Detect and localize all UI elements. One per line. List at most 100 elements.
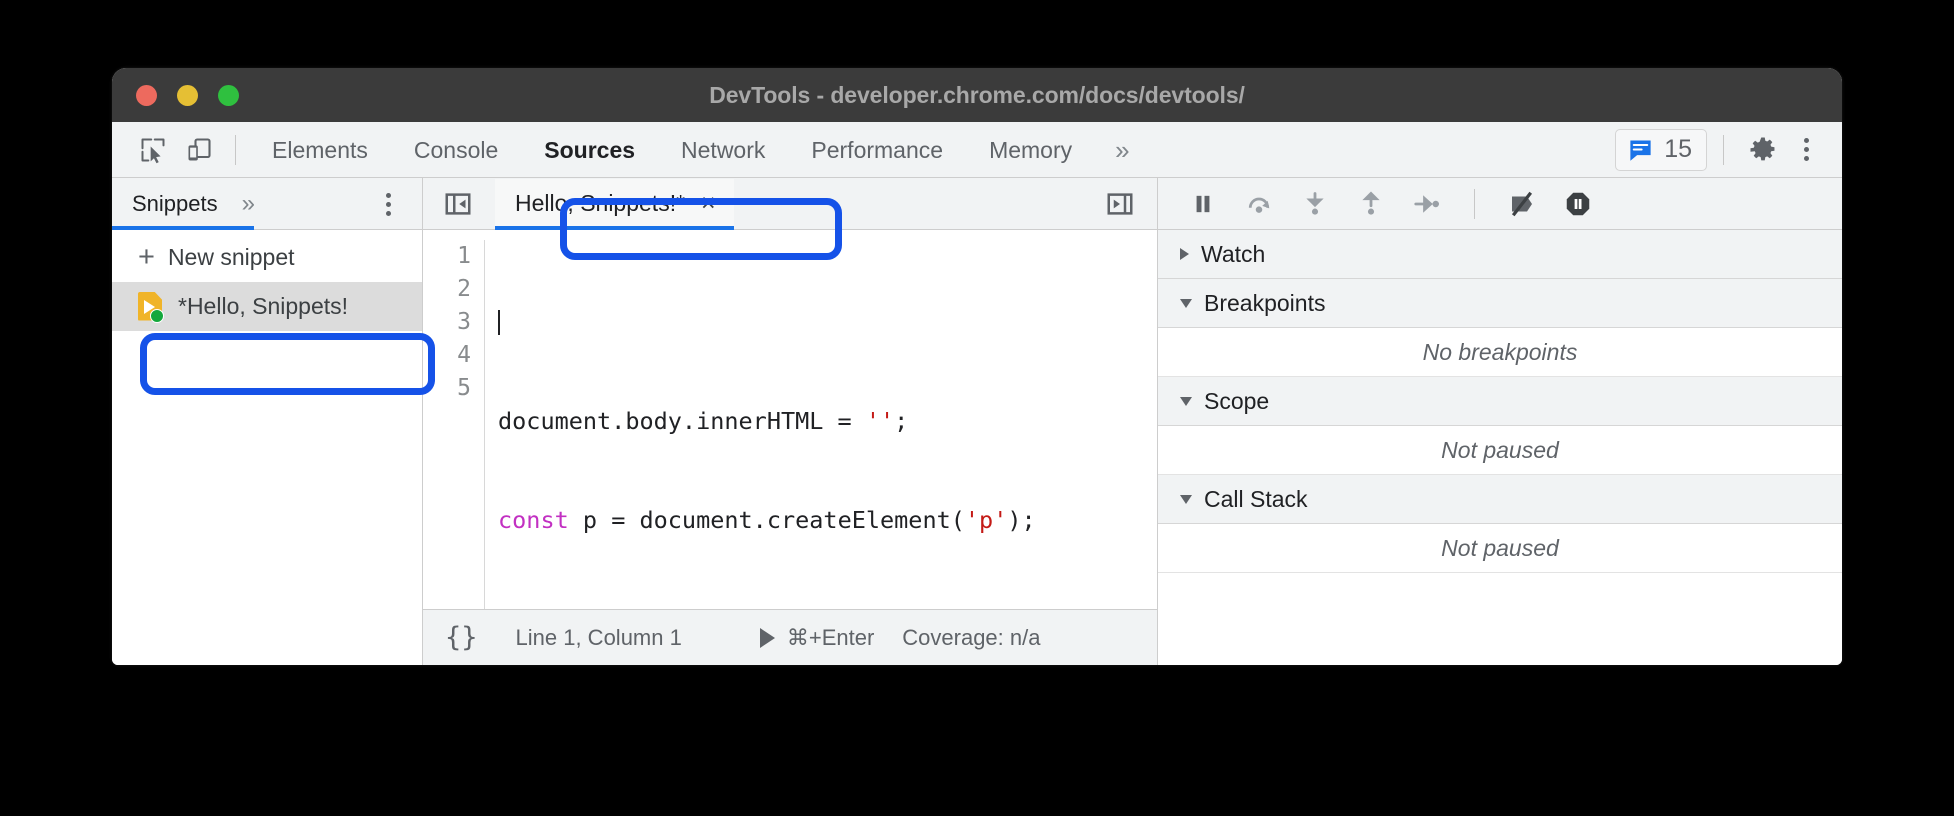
tab-memory[interactable]: Memory xyxy=(966,122,1095,178)
line-number: 3 xyxy=(457,309,471,335)
cursor-position: Line 1, Column 1 xyxy=(515,624,682,650)
editor-tabbar: Hello, Snippets!* × xyxy=(423,178,1157,230)
show-debugger-button[interactable] xyxy=(1097,183,1143,225)
pause-icon xyxy=(1196,195,1210,212)
devtools-window: DevTools - developer.chrome.com/docs/dev… xyxy=(112,68,1842,665)
section-title: Watch xyxy=(1201,240,1266,267)
step-icon xyxy=(1414,194,1439,213)
tab-performance[interactable]: Performance xyxy=(788,122,966,178)
kebab-dot xyxy=(1803,147,1809,152)
editor-pane: Hello, Snippets!* × 1 2 3 4 5 document.b… xyxy=(423,178,1158,665)
snippet-name: *Hello, Snippets! xyxy=(178,293,349,319)
console-message-icon xyxy=(1630,140,1651,161)
run-shortcut-label: ⌘+Enter xyxy=(786,624,875,650)
inspect-cursor-icon xyxy=(141,138,165,163)
screenshot-stage: DevTools - developer.chrome.com/docs/dev… xyxy=(0,0,1954,816)
run-snippet-button[interactable]: ⌘+Enter xyxy=(759,624,875,651)
kebab-dot xyxy=(1803,156,1809,161)
snippets-list: + New snippet *Hello, Snippets! xyxy=(112,230,422,665)
breakpoints-empty-message: No breakpoints xyxy=(1158,328,1842,377)
debugger-toolbar-divider xyxy=(1474,188,1475,219)
coverage-status: Coverage: n/a xyxy=(902,624,1041,650)
editor-tab-label: Hello, Snippets!* xyxy=(515,190,686,216)
chevron-down-icon xyxy=(1180,396,1192,406)
device-toolbar-icon xyxy=(188,137,211,160)
chevron-down-icon xyxy=(1180,298,1192,308)
section-header-breakpoints[interactable]: Breakpoints xyxy=(1158,279,1842,328)
line-number-gutter: 1 2 3 4 5 xyxy=(423,240,485,609)
section-title: Scope xyxy=(1204,387,1270,414)
code-line: const p = document.createElement('p'); xyxy=(498,506,1036,534)
resume-script-execution-button[interactable] xyxy=(1180,183,1226,225)
step-over-icon xyxy=(1248,197,1270,213)
kebab-dot xyxy=(1803,138,1809,143)
active-tab-indicator xyxy=(112,226,254,230)
code-line xyxy=(498,306,1157,339)
more-tabs-chevron-icon[interactable]: » xyxy=(1095,124,1147,176)
section-header-scope[interactable]: Scope xyxy=(1158,377,1842,426)
panel-tabs: Elements Console Sources Network Perform… xyxy=(249,122,1148,178)
kebab-dot xyxy=(385,201,391,207)
console-messages-badge[interactable]: 15 xyxy=(1615,128,1707,171)
tab-sources[interactable]: Sources xyxy=(521,122,658,178)
inspect-element-button[interactable] xyxy=(130,129,176,171)
navigator-more-tabs-chevron-icon[interactable]: » xyxy=(234,180,261,228)
settings-button[interactable] xyxy=(1740,129,1786,171)
run-play-icon xyxy=(759,627,775,648)
tab-network[interactable]: Network xyxy=(658,122,788,178)
active-editor-tab-indicator xyxy=(495,225,734,230)
gear-icon xyxy=(1750,137,1775,160)
code-line: document.body.innerHTML = ''; xyxy=(498,407,909,435)
navigator-more-options-button[interactable] xyxy=(368,183,408,225)
deactivate-breakpoints-icon xyxy=(1511,191,1533,216)
step-into-icon xyxy=(1306,191,1324,215)
line-number: 4 xyxy=(457,342,471,368)
section-title: Call Stack xyxy=(1204,485,1308,512)
navigator-tab-snippets[interactable]: Snippets xyxy=(112,179,234,229)
step-out-button[interactable] xyxy=(1348,183,1394,225)
toggle-device-toolbar-button[interactable] xyxy=(176,129,222,171)
chevron-down-icon xyxy=(1180,494,1192,504)
tab-console[interactable]: Console xyxy=(391,122,521,178)
navigator-tabbar: Snippets » xyxy=(112,178,422,230)
show-navigator-panel-icon xyxy=(445,192,471,215)
section-header-watch[interactable]: Watch xyxy=(1158,230,1842,279)
chevron-right-icon xyxy=(1180,248,1189,260)
toolbar-divider-2 xyxy=(1723,134,1724,165)
step-button[interactable] xyxy=(1404,183,1450,225)
step-into-button[interactable] xyxy=(1292,183,1338,225)
debugger-pane: Watch Breakpoints No breakpoints Scope N… xyxy=(1158,178,1842,665)
kebab-dot xyxy=(385,192,391,198)
line-number: 5 xyxy=(457,375,471,401)
close-icon[interactable]: × xyxy=(701,191,716,216)
text-caret xyxy=(498,310,500,335)
step-over-button[interactable] xyxy=(1236,183,1282,225)
pause-on-exceptions-button[interactable] xyxy=(1555,183,1601,225)
new-snippet-button[interactable]: + New snippet xyxy=(112,233,422,282)
code-content[interactable]: document.body.innerHTML = ''; const p = … xyxy=(485,240,1157,609)
snippet-list-item[interactable]: *Hello, Snippets! xyxy=(112,282,422,331)
snippet-file-icon xyxy=(138,291,164,323)
new-snippet-label: New snippet xyxy=(167,244,295,270)
section-header-call-stack[interactable]: Call Stack xyxy=(1158,475,1842,524)
pause-on-exceptions-icon xyxy=(1566,192,1590,215)
editor-tab-hello-snippets[interactable]: Hello, Snippets!* × xyxy=(495,178,734,230)
section-title: Breakpoints xyxy=(1204,289,1326,316)
show-navigator-button[interactable] xyxy=(435,183,481,225)
snippet-saved-dot-icon xyxy=(150,308,164,323)
scope-empty-message: Not paused xyxy=(1158,426,1842,475)
sources-panel-body: Snippets » + New snippet *Hello, Snippet… xyxy=(112,178,1842,665)
pretty-print-button[interactable]: {} xyxy=(445,622,478,653)
debugger-toolbar xyxy=(1158,178,1842,230)
editor-status-bar: {} Line 1, Column 1 ⌘+Enter Coverage: n/… xyxy=(423,609,1157,665)
call-stack-empty-message: Not paused xyxy=(1158,524,1842,573)
line-number: 1 xyxy=(457,243,471,269)
customize-devtools-button[interactable] xyxy=(1786,129,1826,171)
toolbar-divider xyxy=(235,134,236,165)
code-editor[interactable]: 1 2 3 4 5 document.body.innerHTML = ''; … xyxy=(423,230,1157,609)
deactivate-breakpoints-button[interactable] xyxy=(1499,183,1545,225)
window-titlebar: DevTools - developer.chrome.com/docs/dev… xyxy=(112,68,1842,122)
tab-elements[interactable]: Elements xyxy=(249,122,391,178)
show-debugger-panel-icon xyxy=(1107,193,1133,215)
step-out-icon xyxy=(1362,191,1380,215)
